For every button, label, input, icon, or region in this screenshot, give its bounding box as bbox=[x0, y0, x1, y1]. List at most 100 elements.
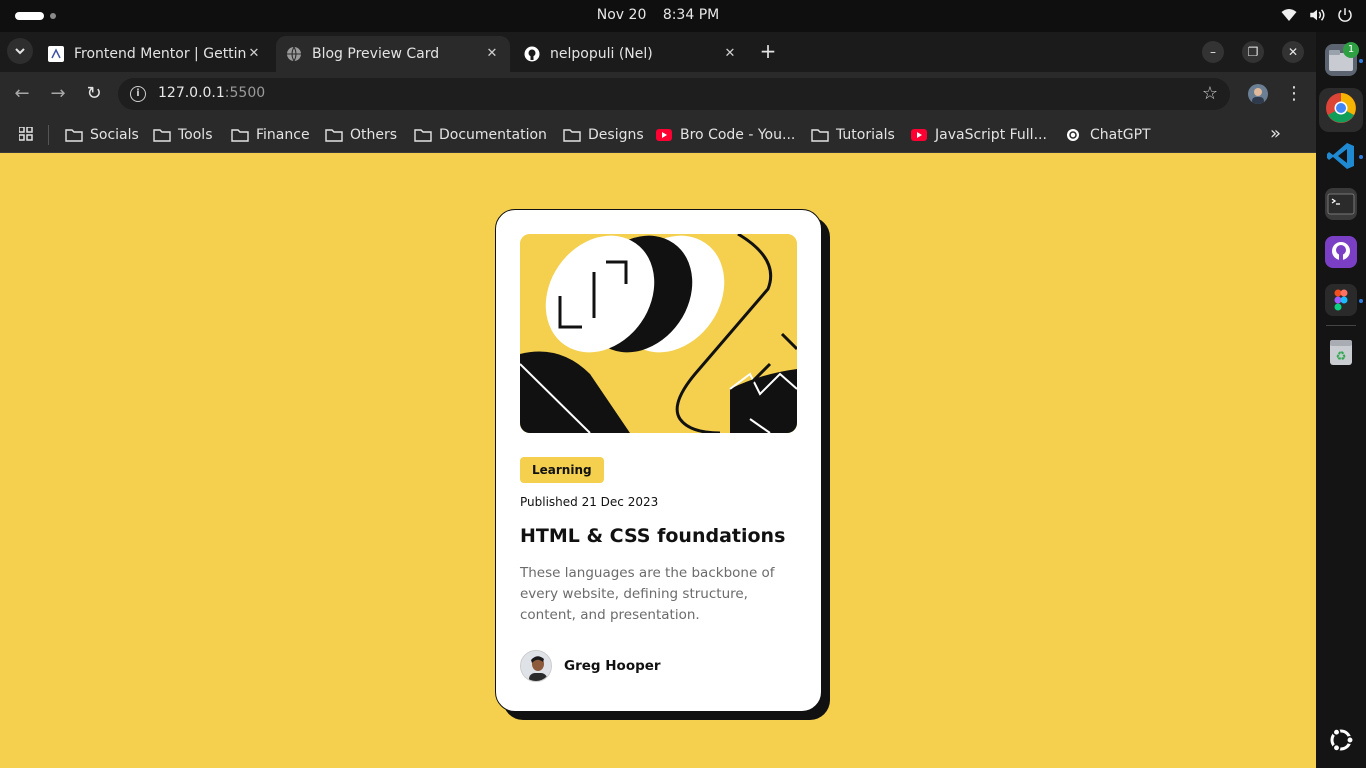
folder-icon bbox=[414, 129, 432, 142]
globe-icon bbox=[287, 46, 301, 62]
avatar-image bbox=[1252, 88, 1264, 104]
bookmark-socials[interactable]: Socials bbox=[65, 123, 139, 147]
figma-glyph bbox=[1334, 289, 1348, 311]
trash-icon[interactable]: ♻ bbox=[1325, 336, 1357, 368]
tab-title: Blog Preview Card bbox=[312, 46, 440, 62]
url-text[interactable]: 127.0.0.1:5500 bbox=[158, 85, 265, 101]
card-illustration bbox=[520, 234, 797, 433]
restore-button[interactable]: ❐ bbox=[1242, 41, 1264, 63]
bookmark-label: Documentation bbox=[439, 127, 547, 143]
category-badge: Learning bbox=[520, 457, 604, 483]
github-desktop-icon[interactable] bbox=[1325, 236, 1357, 268]
folder-icon bbox=[65, 129, 83, 142]
volume-icon bbox=[1310, 9, 1325, 21]
terminal-glyph bbox=[1327, 193, 1355, 215]
folder-icon bbox=[811, 129, 829, 142]
dock-separator bbox=[1326, 325, 1356, 326]
system-top-bar: Nov 20 8:34 PM bbox=[0, 0, 1366, 32]
ubuntu-apps-icon[interactable] bbox=[1325, 724, 1357, 756]
system-clock[interactable]: Nov 20 8:34 PM bbox=[0, 7, 1316, 23]
bookmark-others[interactable]: Others bbox=[325, 123, 397, 147]
bookmark-label: Finance bbox=[256, 127, 310, 143]
chatgpt-icon bbox=[1067, 129, 1079, 141]
system-tray[interactable] bbox=[1280, 6, 1354, 24]
forward-button[interactable]: → bbox=[47, 83, 69, 105]
figma-icon[interactable] bbox=[1325, 284, 1357, 316]
tab-search-button[interactable] bbox=[7, 38, 33, 64]
address-bar[interactable]: i 127.0.0.1:5500 ☆ bbox=[118, 78, 1230, 110]
close-icon[interactable]: ✕ bbox=[246, 46, 262, 62]
author-avatar-image bbox=[521, 651, 551, 681]
bookmark-star-icon[interactable]: ☆ bbox=[1202, 83, 1218, 104]
tab-strip: Frontend Mentor | Gettin ✕ Blog Preview … bbox=[0, 32, 1316, 72]
vscode-glyph bbox=[1327, 143, 1354, 169]
github-icon bbox=[524, 46, 540, 62]
bookmark-label: Bro Code - You... bbox=[680, 127, 796, 143]
running-indicator bbox=[1359, 155, 1363, 159]
chrome-icon[interactable] bbox=[1325, 92, 1357, 124]
clock-time: 8:34 PM bbox=[662, 7, 720, 23]
browser-toolbar: ← → ↻ i 127.0.0.1:5500 ☆ ⋮ bbox=[0, 72, 1316, 116]
close-icon[interactable]: ✕ bbox=[722, 46, 738, 62]
bookmark-label: Designs bbox=[588, 127, 644, 143]
page-viewport: Learning Published 21 Dec 2023 HTML & CS… bbox=[0, 153, 1316, 768]
menu-icon[interactable]: ⋮ bbox=[1284, 83, 1304, 105]
bookmark-finance[interactable]: Finance bbox=[231, 123, 310, 147]
close-window-button[interactable]: ✕ bbox=[1282, 41, 1304, 63]
tab-title: Frontend Mentor | Gettin bbox=[74, 46, 246, 62]
youtube-icon bbox=[656, 129, 672, 141]
bookmark-tutorials[interactable]: Tutorials bbox=[811, 123, 895, 147]
minimize-button[interactable]: – bbox=[1202, 41, 1224, 63]
folder-icon bbox=[325, 129, 343, 142]
close-icon[interactable]: ✕ bbox=[484, 46, 500, 62]
reload-button[interactable]: ↻ bbox=[83, 83, 105, 105]
bookmark-label: JavaScript Full... bbox=[935, 127, 1047, 143]
wifi-icon bbox=[1281, 9, 1297, 21]
card-title[interactable]: HTML & CSS foundations bbox=[520, 525, 797, 547]
tab-frontend-mentor[interactable]: Frontend Mentor | Gettin ✕ bbox=[38, 36, 272, 72]
site-info-icon[interactable]: i bbox=[130, 86, 146, 102]
more-bookmarks-icon[interactable]: » bbox=[1270, 123, 1281, 144]
bookmark-documentation[interactable]: Documentation bbox=[414, 123, 547, 147]
blog-preview-card: Learning Published 21 Dec 2023 HTML & CS… bbox=[495, 209, 822, 712]
bookmark-label: ChatGPT bbox=[1090, 127, 1151, 143]
trash-glyph: ♻ bbox=[1330, 340, 1352, 365]
bookmark-label: Tutorials bbox=[836, 127, 895, 143]
terminal-icon[interactable] bbox=[1325, 188, 1357, 220]
card-description: These languages are the backbone of ever… bbox=[520, 565, 775, 623]
folder-icon bbox=[231, 129, 249, 142]
apps-grid-icon[interactable] bbox=[19, 127, 33, 141]
bookmark-tools[interactable]: Tools bbox=[153, 123, 213, 147]
avatar bbox=[520, 650, 552, 682]
bookmark-label: Socials bbox=[90, 127, 139, 143]
power-icon bbox=[1338, 8, 1352, 22]
bookmark-bro-code[interactable]: Bro Code - You... bbox=[655, 123, 795, 147]
bookmarks-separator bbox=[48, 125, 49, 145]
folder-icon bbox=[153, 129, 171, 142]
url-port: :5500 bbox=[224, 85, 266, 101]
chevron-down-icon bbox=[15, 48, 25, 55]
chrome-glyph bbox=[1326, 93, 1356, 123]
bookmark-chatgpt[interactable]: ChatGPT bbox=[1065, 123, 1151, 147]
bookmark-designs[interactable]: Designs bbox=[563, 123, 644, 147]
new-tab-button[interactable]: + bbox=[757, 40, 779, 62]
tab-github-profile[interactable]: nelpopuli (Nel) ✕ bbox=[514, 36, 748, 72]
tab-blog-preview-card[interactable]: Blog Preview Card ✕ bbox=[276, 36, 510, 72]
bookmark-javascript-full[interactable]: JavaScript Full... bbox=[910, 123, 1047, 147]
bookmark-label: Others bbox=[350, 127, 398, 143]
url-host: 127.0.0.1 bbox=[158, 85, 225, 101]
svg-text:♻: ♻ bbox=[1336, 349, 1347, 363]
app-dock: ♻ bbox=[1316, 32, 1366, 768]
author-name: Greg Hooper bbox=[564, 658, 661, 674]
running-indicator bbox=[1359, 299, 1363, 303]
vscode-icon[interactable] bbox=[1325, 140, 1357, 172]
frontend-mentor-icon bbox=[48, 46, 64, 62]
profile-avatar[interactable] bbox=[1248, 84, 1268, 104]
bookmark-label: Tools bbox=[178, 127, 213, 143]
running-indicator bbox=[1359, 59, 1363, 63]
back-button[interactable]: ← bbox=[11, 83, 33, 105]
browser-window: Frontend Mentor | Gettin ✕ Blog Preview … bbox=[0, 32, 1316, 768]
clock-date: Nov 20 bbox=[596, 7, 647, 23]
github-desktop-glyph bbox=[1332, 242, 1350, 261]
illustration-image bbox=[520, 234, 797, 433]
